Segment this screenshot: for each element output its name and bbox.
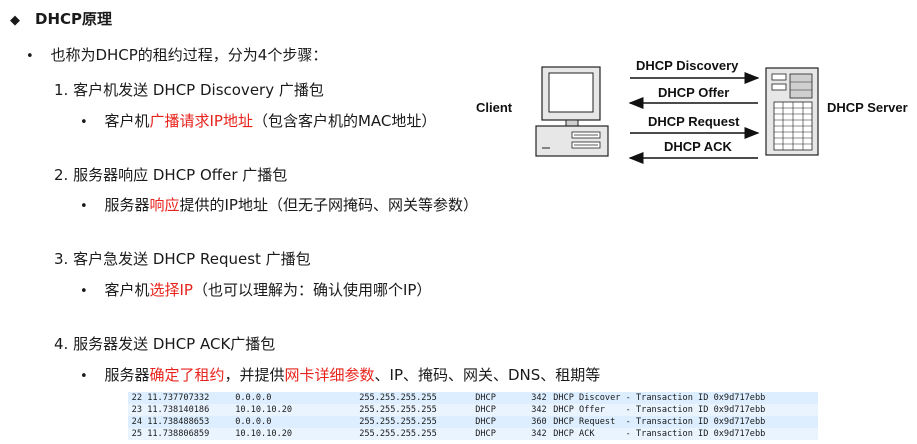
diamond-bullet-icon: ◆ — [10, 13, 20, 28]
packet-row: 23 11.738140186 10.10.10.20 255.255.255.25… — [128, 404, 818, 416]
bullet-dot-icon: • — [80, 115, 88, 130]
server-tower-icon — [765, 67, 819, 156]
bullet-dot-icon: • — [80, 199, 88, 214]
message-label-offer: DHCP Offer — [658, 85, 729, 100]
packet-row: 25 11.738806859 10.10.10.20 255.255.255.25… — [128, 428, 818, 440]
message-label-request: DHCP Request — [648, 114, 740, 129]
dhcp-exchange-diagram: Client DHCP Server DHCP Discovery DHCP O… — [476, 58, 908, 164]
bullet-dot-icon: • — [26, 49, 34, 64]
packet-row: 24 11.738488653 0.0.0.0 255.255.255.255 DHC… — [128, 416, 818, 428]
step-3-heading: 3. 客户急发送 DHCP Request 广播包 — [54, 250, 311, 268]
client-label: Client — [476, 100, 513, 115]
intro-bullet: • 也称为DHCP的租约过程，分为4个步骤： — [26, 44, 327, 65]
client-computer-icon — [535, 66, 609, 157]
slide-title-text: DHCP原理 — [35, 10, 113, 28]
step-1-detail: • 客户机广播请求IP地址（包含客户机的MAC地址） — [80, 112, 437, 130]
packet-capture-table: 22 11.737707332 0.0.0.0 255.255.255.255 DHC… — [128, 392, 818, 442]
intro-text: 也称为DHCP的租约过程，分为4个步骤： — [50, 46, 328, 64]
step-2-heading: 2. 服务器响应 DHCP Offer 广播包 — [54, 166, 288, 184]
message-label-ack: DHCP ACK — [664, 139, 733, 154]
packet-row: 22 11.737707332 0.0.0.0 255.255.255.255 DHC… — [128, 392, 818, 404]
server-label: DHCP Server — [827, 100, 908, 115]
slide-title: ◆ DHCP原理 — [10, 8, 112, 29]
bullet-dot-icon: • — [80, 369, 88, 384]
step-3-detail: • 客户机选择IP（也可以理解为：确认使用哪个IP） — [80, 281, 432, 299]
step-4-detail: • 服务器确定了租约，并提供网卡详细参数、IP、掩码、网关、DNS、租期等 — [80, 366, 601, 384]
step-4-heading: 4. 服务器发送 DHCP ACK广播包 — [54, 335, 276, 353]
bullet-dot-icon: • — [80, 284, 88, 299]
step-2-detail: • 服务器响应提供的IP地址（但无子网掩码、网关等参数） — [80, 196, 478, 214]
step-1-heading: 1. 客户机发送 DHCP Discovery 广播包 — [54, 81, 324, 99]
message-label-discovery: DHCP Discovery — [636, 58, 739, 73]
